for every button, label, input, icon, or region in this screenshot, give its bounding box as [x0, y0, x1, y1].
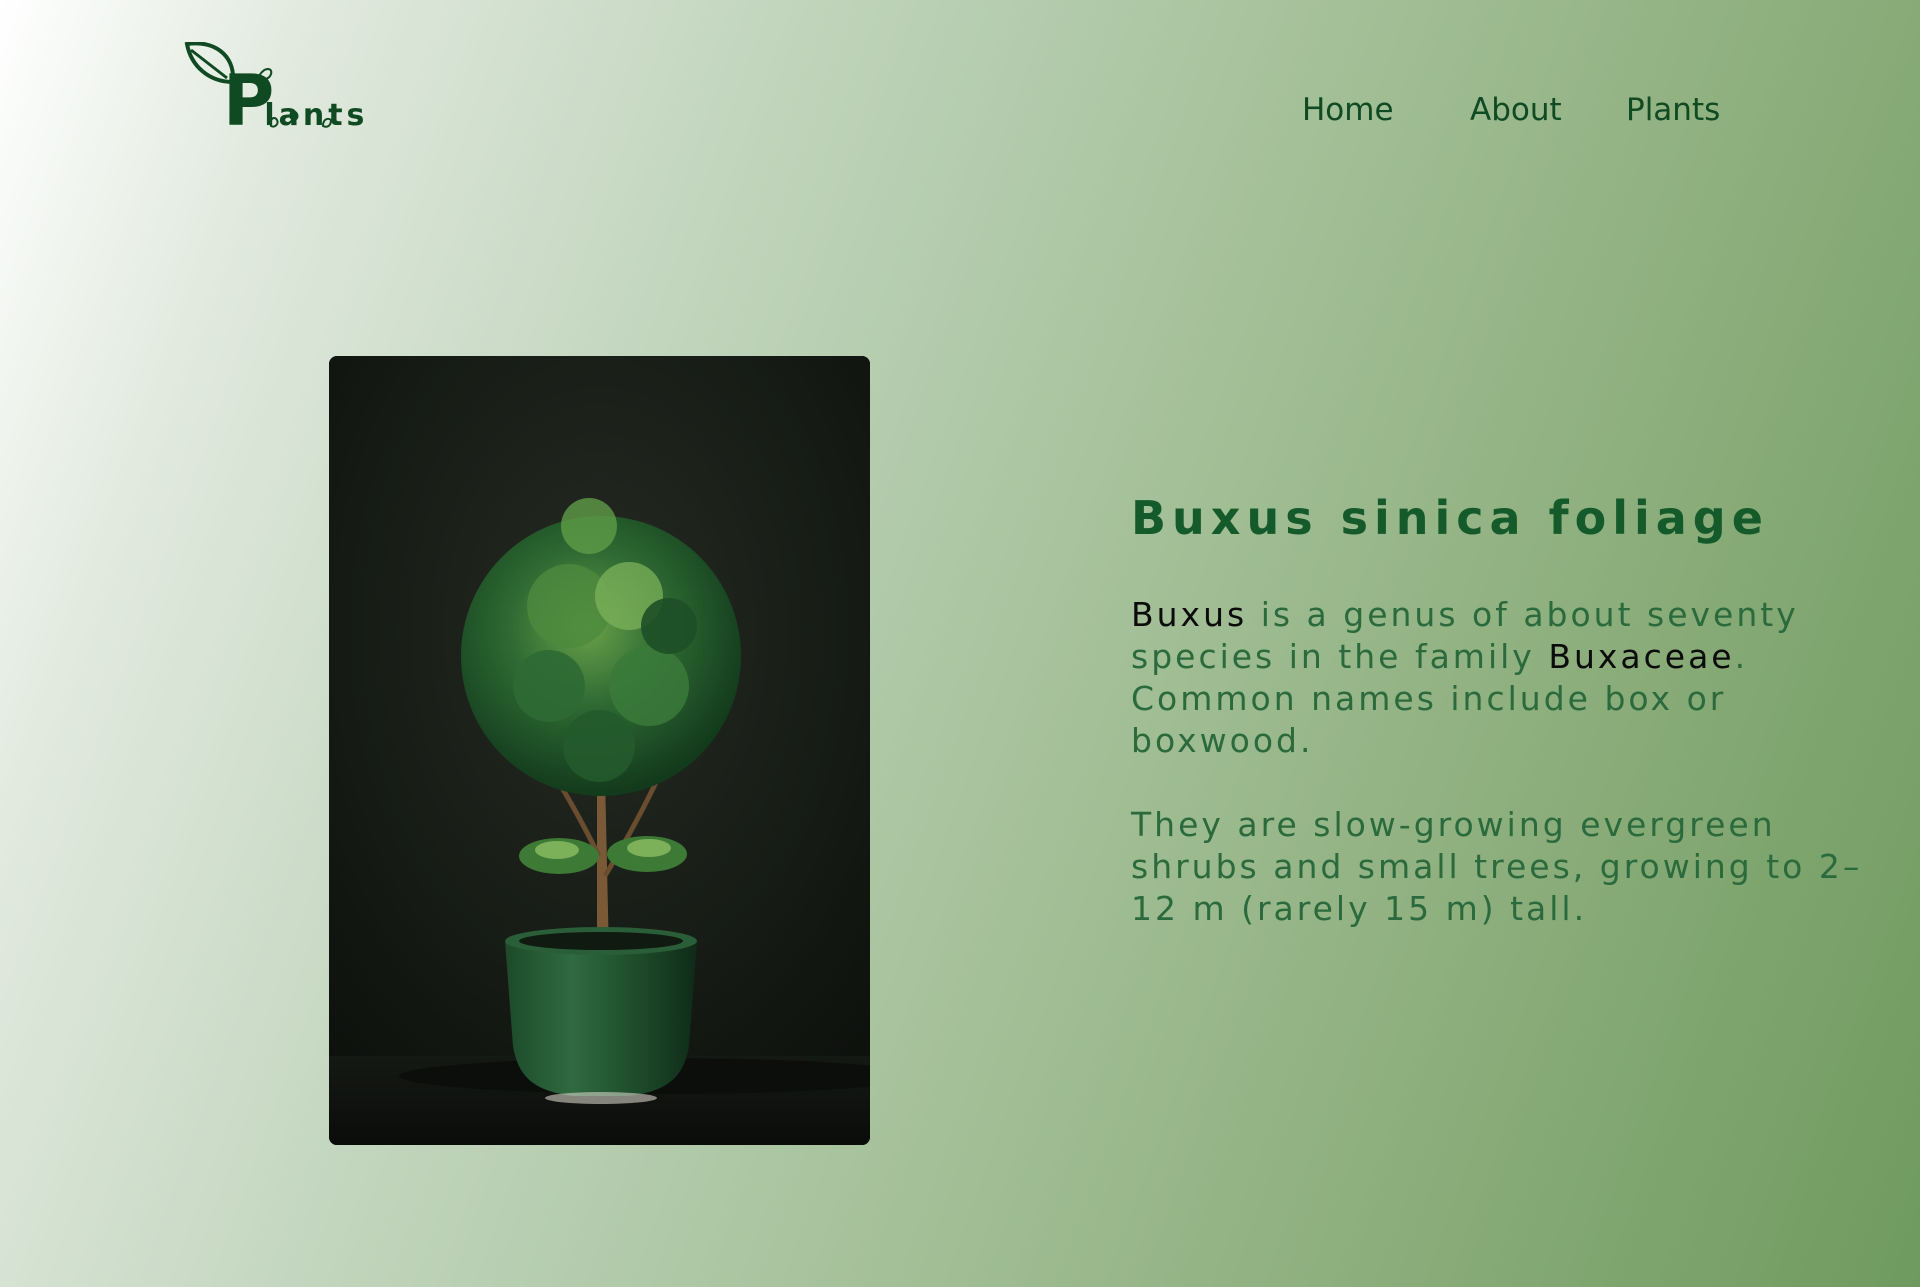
- description-paragraph-2: They are slow-growing evergreen shrubs a…: [1131, 805, 1863, 928]
- family-term: Buxaceae: [1548, 637, 1735, 676]
- plant-photo: [329, 356, 870, 1145]
- logo-rest: lants: [264, 98, 369, 133]
- nav-about-link[interactable]: About: [1470, 92, 1562, 128]
- genus-term: Buxus: [1131, 595, 1248, 634]
- logo-wordmark: Plants: [223, 66, 368, 136]
- plant-info: Buxus sinica foliage Buxus is a genus of…: [1131, 486, 1891, 930]
- page-title: Buxus sinica foliage: [1131, 491, 1769, 545]
- boxwood-plant-illustration: [329, 356, 870, 1145]
- description-paragraph-1: Buxus is a genus of about seventy specie…: [1131, 594, 1891, 762]
- nav-plants-link[interactable]: Plants: [1626, 92, 1720, 128]
- logo[interactable]: Plants: [183, 42, 364, 152]
- nav-home-link[interactable]: Home: [1302, 92, 1394, 128]
